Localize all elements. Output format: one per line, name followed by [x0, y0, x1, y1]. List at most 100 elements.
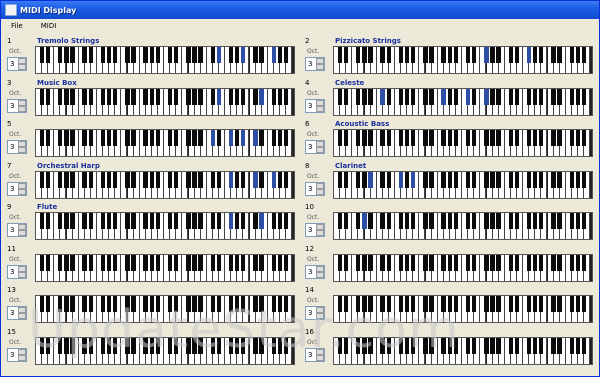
black-key[interactable] [88, 254, 93, 271]
black-key[interactable] [253, 213, 258, 229]
black-key[interactable] [64, 130, 69, 146]
black-key[interactable] [39, 47, 45, 63]
black-key[interactable] [210, 88, 215, 105]
black-key[interactable] [58, 213, 63, 229]
black-key[interactable] [271, 337, 276, 354]
black-key[interactable] [471, 213, 477, 229]
black-key[interactable] [64, 88, 69, 105]
black-key[interactable] [216, 213, 222, 229]
spin-down-button[interactable] [316, 354, 324, 361]
octave-spinner[interactable]: 3 [7, 57, 27, 71]
black-key[interactable] [125, 88, 130, 105]
black-key[interactable] [149, 337, 154, 354]
black-key[interactable] [149, 88, 154, 105]
black-key[interactable] [465, 254, 471, 271]
black-key[interactable] [526, 88, 532, 105]
black-key[interactable] [70, 171, 75, 188]
black-key[interactable] [253, 88, 258, 105]
black-key[interactable] [131, 88, 136, 105]
black-key[interactable] [575, 337, 581, 354]
black-key[interactable] [210, 171, 215, 188]
black-key[interactable] [514, 130, 520, 146]
black-key[interactable] [234, 171, 240, 188]
black-key[interactable] [569, 171, 574, 188]
black-key[interactable] [241, 47, 246, 63]
black-key[interactable] [173, 88, 179, 105]
black-key[interactable] [526, 254, 532, 271]
black-key[interactable] [465, 171, 471, 188]
black-key[interactable] [277, 254, 283, 271]
black-key[interactable] [539, 254, 544, 271]
black-key[interactable] [569, 254, 574, 271]
spin-down-button[interactable] [18, 313, 26, 319]
black-key[interactable] [441, 296, 446, 312]
black-key[interactable] [539, 88, 544, 105]
black-key[interactable] [441, 171, 446, 188]
octave-spinner[interactable]: 3 [7, 347, 27, 362]
black-key[interactable] [167, 296, 173, 312]
black-key[interactable] [356, 296, 361, 312]
black-key[interactable] [198, 88, 203, 105]
black-key[interactable] [569, 47, 574, 63]
black-key[interactable] [82, 171, 87, 188]
black-key[interactable] [343, 337, 349, 354]
black-key[interactable] [423, 296, 428, 312]
black-key[interactable] [362, 47, 367, 63]
black-key[interactable] [368, 254, 373, 271]
black-key[interactable] [496, 47, 501, 63]
black-key[interactable] [490, 130, 495, 146]
octave-spinner[interactable]: 3 [305, 223, 325, 237]
spin-down-button[interactable] [18, 188, 26, 195]
black-key[interactable] [167, 130, 173, 146]
black-key[interactable] [167, 171, 173, 188]
black-key[interactable] [70, 130, 75, 146]
black-key[interactable] [125, 213, 130, 229]
black-key[interactable] [143, 130, 148, 146]
black-key[interactable] [532, 296, 538, 312]
spin-down-button[interactable] [316, 64, 324, 70]
black-key[interactable] [410, 296, 416, 312]
black-key[interactable] [551, 171, 556, 188]
black-key[interactable] [155, 213, 161, 229]
black-key[interactable] [368, 296, 373, 312]
black-key[interactable] [514, 337, 520, 354]
black-key[interactable] [149, 296, 154, 312]
black-key[interactable] [64, 296, 69, 312]
black-key[interactable] [186, 171, 191, 188]
black-key[interactable] [496, 337, 501, 354]
black-key[interactable] [447, 171, 452, 188]
black-key[interactable] [143, 213, 148, 229]
octave-value[interactable]: 3 [306, 309, 316, 317]
black-key[interactable] [125, 47, 130, 63]
black-key[interactable] [283, 254, 289, 271]
black-key[interactable] [125, 337, 130, 354]
octave-spinner[interactable]: 3 [7, 306, 27, 320]
black-key[interactable] [557, 47, 562, 63]
black-key[interactable] [508, 47, 513, 63]
black-key[interactable] [551, 130, 556, 146]
black-key[interactable] [149, 130, 154, 146]
black-key[interactable] [356, 88, 361, 105]
black-key[interactable] [173, 337, 179, 354]
octave-spinner[interactable]: 3 [305, 98, 325, 113]
black-key[interactable] [429, 171, 434, 188]
black-key[interactable] [131, 130, 136, 146]
black-key[interactable] [234, 130, 240, 146]
black-key[interactable] [380, 296, 385, 312]
black-key[interactable] [125, 171, 130, 188]
black-key[interactable] [368, 47, 373, 63]
black-key[interactable] [508, 130, 513, 146]
black-key[interactable] [192, 296, 197, 312]
title-bar[interactable]: MIDI Display [1, 1, 599, 19]
black-key[interactable] [125, 254, 130, 271]
black-key[interactable] [362, 254, 367, 271]
black-key[interactable] [337, 171, 343, 188]
black-key[interactable] [465, 337, 471, 354]
black-key[interactable] [234, 296, 240, 312]
black-key[interactable] [453, 47, 459, 63]
black-key[interactable] [429, 88, 434, 105]
black-key[interactable] [526, 213, 532, 229]
black-key[interactable] [526, 337, 532, 354]
black-key[interactable] [490, 88, 495, 105]
black-key[interactable] [368, 130, 373, 146]
